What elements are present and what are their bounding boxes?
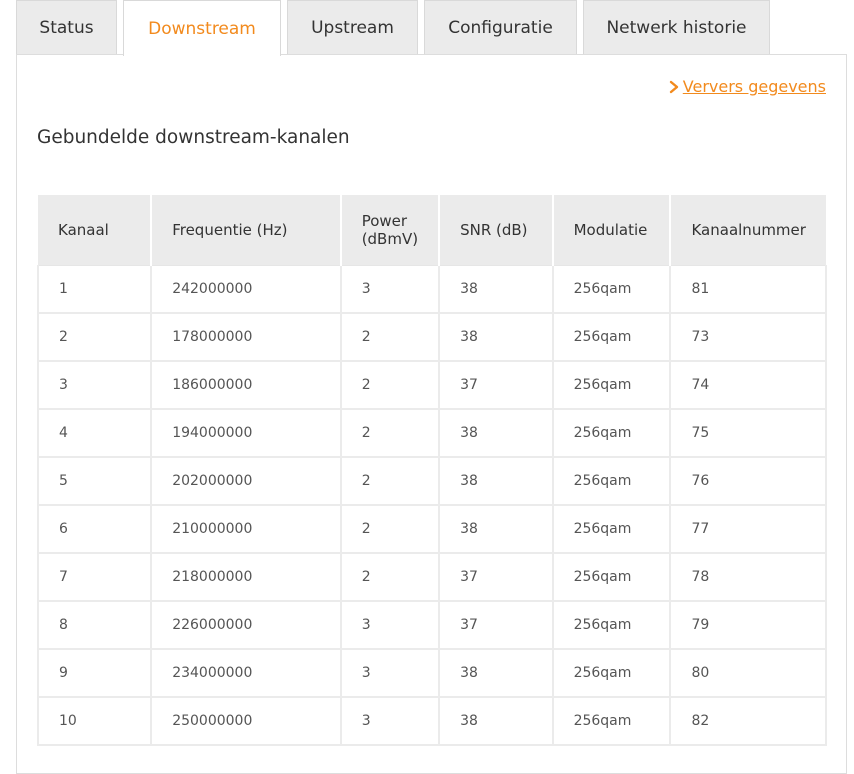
cell-power: 2: [340, 409, 441, 458]
col-header-kanaalnummer: Kanaalnummer: [670, 195, 826, 266]
cell-kanaal: 7: [36, 553, 153, 602]
table-row: 6 210000000 2 38 256qam 77: [36, 505, 827, 554]
table-row: 5 202000000 2 38 256qam 76: [36, 457, 827, 506]
cell-power: 3: [340, 649, 441, 698]
cell-kanaalnummer: 81: [670, 265, 827, 314]
table-row: 4 194000000 2 38 256qam 75: [36, 409, 827, 458]
cell-power: 3: [340, 697, 441, 746]
tab-configuratie[interactable]: Configuratie: [424, 0, 577, 55]
tab-netwerk-historie[interactable]: Netwerk historie: [583, 0, 770, 55]
cell-snr: 38: [439, 505, 554, 554]
cell-frequentie: 202000000: [151, 457, 342, 506]
cell-modulatie: 256qam: [552, 697, 672, 746]
cell-snr: 38: [439, 457, 554, 506]
cell-kanaal: 8: [36, 601, 153, 650]
tab-upstream[interactable]: Upstream: [287, 0, 418, 55]
cell-modulatie: 256qam: [552, 457, 672, 506]
cell-frequentie: 242000000: [151, 265, 342, 314]
cell-frequentie: 218000000: [151, 553, 342, 602]
cell-snr: 38: [439, 649, 554, 698]
table-row: 10 250000000 3 38 256qam 82: [36, 697, 827, 746]
cell-kanaal: 10: [36, 697, 153, 746]
cell-kanaalnummer: 76: [670, 457, 827, 506]
col-header-frequentie: Frequentie (Hz): [151, 195, 342, 266]
tab-downstream[interactable]: Downstream: [123, 0, 281, 56]
cell-frequentie: 210000000: [151, 505, 342, 554]
cell-power: 2: [340, 553, 441, 602]
cell-kanaal: 3: [36, 361, 153, 410]
cell-kanaal: 5: [36, 457, 153, 506]
cell-kanaalnummer: 78: [670, 553, 827, 602]
cell-snr: 38: [439, 313, 554, 362]
downstream-panel: Ververs gegevens Gebundelde downstream-k…: [16, 54, 847, 774]
cell-modulatie: 256qam: [552, 649, 672, 698]
cell-power: 2: [340, 505, 441, 554]
col-header-kanaal: Kanaal: [38, 195, 153, 266]
col-header-modulatie: Modulatie: [552, 195, 672, 266]
cell-frequentie: 226000000: [151, 601, 342, 650]
cell-kanaalnummer: 80: [670, 649, 827, 698]
cell-snr: 38: [439, 265, 554, 314]
table-row: 8 226000000 3 37 256qam 79: [36, 601, 827, 650]
cell-modulatie: 256qam: [552, 313, 672, 362]
section-title: Gebundelde downstream-kanalen: [37, 127, 350, 148]
cell-kanaalnummer: 79: [670, 601, 827, 650]
cell-modulatie: 256qam: [552, 361, 672, 410]
cell-snr: 38: [439, 409, 554, 458]
cell-power: 2: [340, 457, 441, 506]
col-header-snr: SNR (dB): [439, 195, 554, 266]
table-row: 1 242000000 3 38 256qam 81: [36, 265, 827, 314]
cell-kanaal: 2: [36, 313, 153, 362]
cell-kanaal: 9: [36, 649, 153, 698]
cell-snr: 37: [439, 601, 554, 650]
cell-kanaalnummer: 73: [670, 313, 827, 362]
table-row: 9 234000000 3 38 256qam 80: [36, 649, 827, 698]
cell-power: 2: [340, 361, 441, 410]
cell-frequentie: 234000000: [151, 649, 342, 698]
cell-snr: 38: [439, 697, 554, 746]
cell-power: 3: [340, 601, 441, 650]
tab-label: Status: [39, 18, 94, 38]
cell-kanaal: 6: [36, 505, 153, 554]
cell-kanaalnummer: 82: [670, 697, 827, 746]
cell-frequentie: 250000000: [151, 697, 342, 746]
cell-kanaalnummer: 77: [670, 505, 827, 554]
table-row: 3 186000000 2 37 256qam 74: [36, 361, 827, 410]
tab-label: Downstream: [148, 18, 256, 39]
cell-power: 3: [340, 265, 441, 314]
cell-kanaalnummer: 75: [670, 409, 827, 458]
col-header-power: Power (dBmV): [340, 195, 441, 266]
tab-label: Configuratie: [448, 18, 553, 38]
refresh-label: Ververs gegevens: [682, 77, 826, 96]
cell-power: 2: [340, 313, 441, 362]
cell-frequentie: 194000000: [151, 409, 342, 458]
cell-modulatie: 256qam: [552, 553, 672, 602]
cell-modulatie: 256qam: [552, 409, 672, 458]
cell-kanaal: 4: [36, 409, 153, 458]
cell-kanaalnummer: 74: [670, 361, 827, 410]
tab-label: Upstream: [311, 18, 394, 38]
tab-status[interactable]: Status: [16, 0, 117, 55]
table-row: 7 218000000 2 37 256qam 78: [36, 553, 827, 602]
table-header-row: Kanaal Frequentie (Hz) Power (dBmV) SNR …: [38, 195, 826, 266]
tab-bar: Status Downstream Upstream Configuratie …: [16, 0, 776, 56]
cell-frequentie: 178000000: [151, 313, 342, 362]
cell-snr: 37: [439, 553, 554, 602]
cell-modulatie: 256qam: [552, 505, 672, 554]
channels-table: Kanaal Frequentie (Hz) Power (dBmV) SNR …: [36, 195, 827, 746]
refresh-link[interactable]: Ververs gegevens: [668, 77, 826, 96]
table-row: 2 178000000 2 38 256qam 73: [36, 313, 827, 362]
cell-modulatie: 256qam: [552, 265, 672, 314]
cell-modulatie: 256qam: [552, 601, 672, 650]
cell-kanaal: 1: [36, 265, 153, 314]
cell-frequentie: 186000000: [151, 361, 342, 410]
cell-snr: 37: [439, 361, 554, 410]
chevron-right-icon: [669, 80, 678, 93]
tab-label: Netwerk historie: [606, 18, 747, 38]
